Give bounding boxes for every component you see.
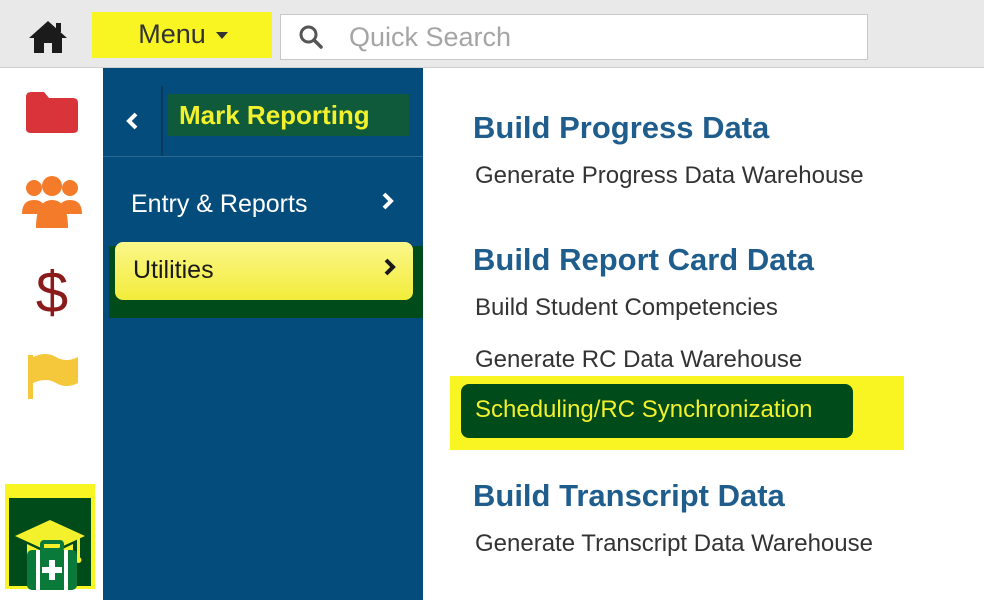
- chevron-left-icon: [126, 112, 138, 130]
- quick-search: [280, 14, 868, 60]
- chevron-right-icon: [384, 258, 396, 276]
- subnav-item-label: Entry & Reports: [131, 190, 308, 218]
- rail-item-fees[interactable]: $: [0, 256, 103, 328]
- link-generate-rc-warehouse[interactable]: Generate RC Data Warehouse: [475, 346, 802, 374]
- subnav-item-label: Utilities: [133, 256, 214, 284]
- link-scheduling-rc-sync[interactable]: Scheduling/RC Synchronization: [475, 396, 813, 424]
- home-button[interactable]: [20, 14, 76, 60]
- home-icon: [29, 21, 67, 53]
- flag-icon: [27, 354, 78, 399]
- search-input[interactable]: [341, 21, 829, 53]
- subnav-item-entry-reports[interactable]: Entry & Reports: [103, 176, 423, 234]
- link-generate-progress-warehouse[interactable]: Generate Progress Data Warehouse: [475, 162, 864, 190]
- link-build-student-competencies[interactable]: Build Student Competencies: [475, 294, 778, 322]
- main-content: Build Progress Data Generate Progress Da…: [423, 68, 984, 600]
- subnav-title: Mark Reporting: [179, 100, 370, 130]
- chevron-right-icon: [382, 192, 394, 210]
- subnav-header: Mark Reporting: [103, 86, 423, 157]
- section-title-report-card: Build Report Card Data: [473, 242, 815, 277]
- caret-down-icon: [215, 32, 228, 39]
- rail-item-flag[interactable]: [0, 340, 103, 412]
- module-rail: $: [0, 68, 103, 600]
- rail-item-health[interactable]: [0, 530, 103, 602]
- folder-icon: [25, 92, 78, 133]
- users-icon: [21, 176, 82, 228]
- menu-button[interactable]: Menu: [104, 14, 262, 54]
- link-generate-transcript-warehouse[interactable]: Generate Transcript Data Warehouse: [475, 530, 873, 558]
- subnav-item-utilities[interactable]: Utilities: [115, 242, 413, 300]
- menu-label: Menu: [138, 18, 206, 49]
- rail-item-users[interactable]: [0, 166, 103, 238]
- svg-text:$: $: [35, 260, 67, 324]
- rail-item-folder[interactable]: [0, 76, 103, 148]
- medical-kit-icon: [26, 540, 77, 590]
- sub-navigation: Mark Reporting Entry & Reports Utilities: [103, 68, 435, 600]
- dollar-icon: $: [35, 260, 67, 324]
- back-button[interactable]: [103, 86, 163, 156]
- section-title-progress: Build Progress Data: [473, 110, 770, 145]
- section-title-transcript: Build Transcript Data: [473, 478, 785, 513]
- search-icon[interactable]: [281, 15, 341, 59]
- top-bar: Menu: [0, 0, 984, 68]
